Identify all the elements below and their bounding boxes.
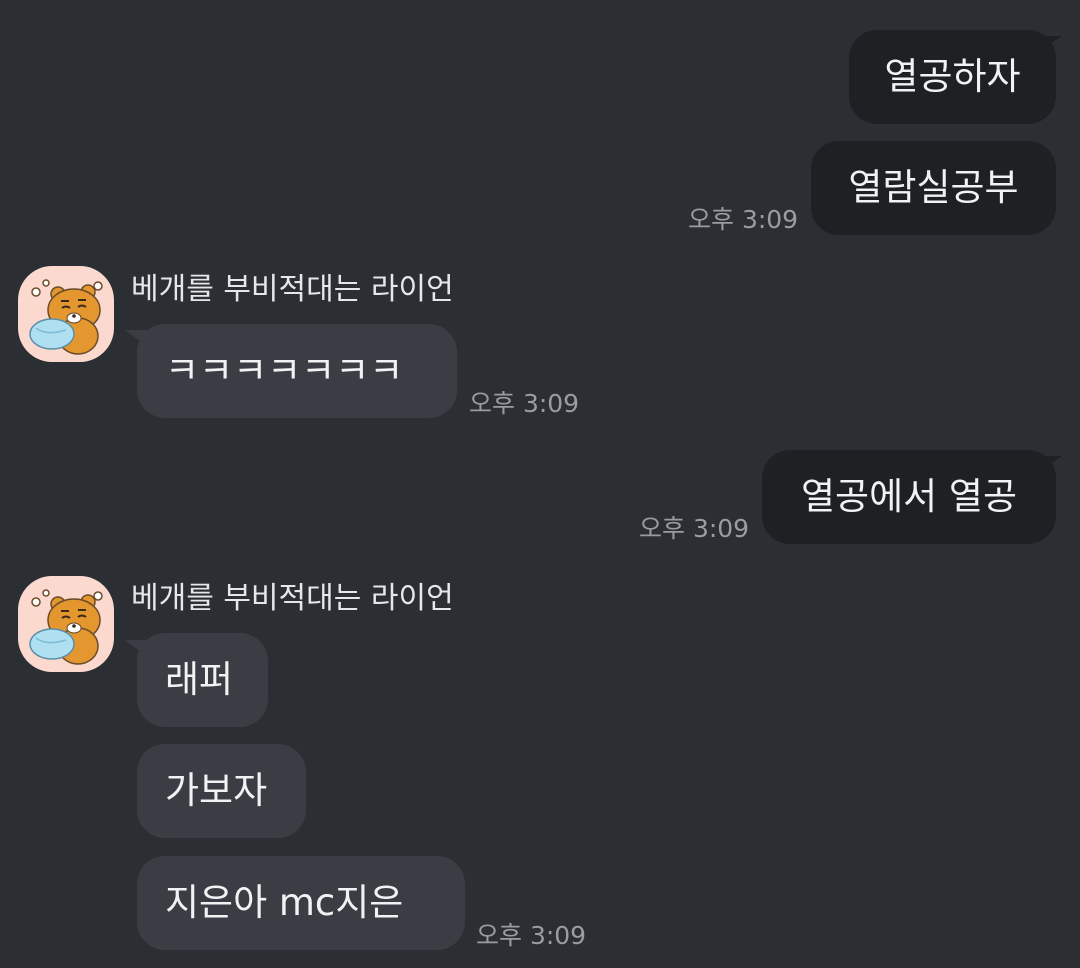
ryan-hugging-pillow-icon: [29, 279, 103, 355]
message-timestamp: 오후 3:09: [476, 921, 587, 950]
message-bubble-sent[interactable]: 열공에서 열공: [762, 450, 1056, 544]
message-bubble-received[interactable]: 가보자: [137, 744, 306, 838]
message-timestamp: 오후 3:09: [469, 389, 580, 418]
message-bubble-received[interactable]: ㅋㅋㅋㅋㅋㅋㅋ: [137, 324, 457, 418]
sender-name: 베개를 부비적대는 라이언: [131, 272, 454, 307]
message-timestamp: 오후 3:09: [688, 205, 799, 234]
message-bubble-sent[interactable]: 열공하자: [849, 30, 1056, 124]
message-bubble-received[interactable]: 지은아 mc지은: [137, 856, 465, 950]
sender-name: 베개를 부비적대는 라이언: [131, 581, 454, 616]
message-timestamp: 오후 3:09: [639, 514, 750, 543]
message-bubble-sent[interactable]: 열람실공부: [811, 141, 1056, 235]
message-bubble-received[interactable]: 래퍼: [137, 633, 268, 727]
ryan-hugging-pillow-icon: [29, 589, 103, 665]
sender-avatar[interactable]: [18, 576, 114, 672]
sender-avatar[interactable]: [18, 266, 114, 362]
